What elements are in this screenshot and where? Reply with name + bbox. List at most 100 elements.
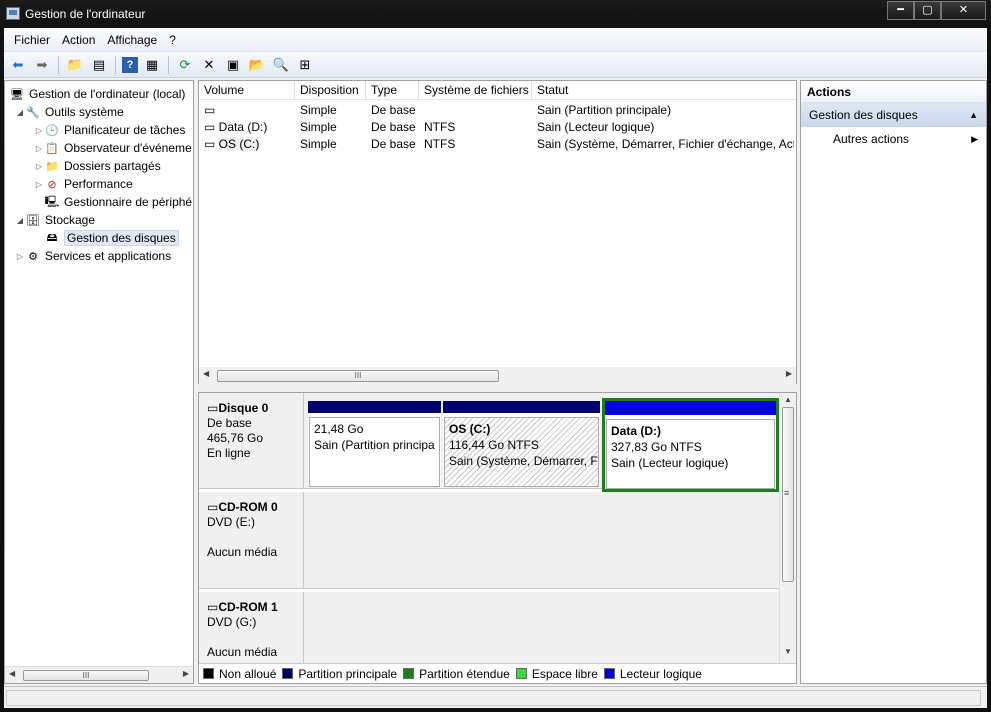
table-row[interactable]: ▭ OS (C:) Simple De base NTFS Sain (Syst…	[199, 136, 796, 153]
scroll-thumb[interactable]: ≡	[782, 407, 794, 582]
column-header-volume[interactable]: Volume	[199, 81, 295, 100]
tree-horizontal-scrollbar[interactable]: ◀ III ▶	[5, 666, 193, 683]
menu-affichage[interactable]: Affichage	[101, 33, 163, 47]
disk-row-cdrom0[interactable]: ▭CD-ROM 0 DVD (E:) Aucun média	[199, 492, 779, 589]
disk-info[interactable]: ▭CD-ROM 1 DVD (G:) Aucun média	[199, 592, 304, 672]
volume-list: Volume Disposition Type Système de fichi…	[198, 80, 797, 384]
client-area: Fichier Action Affichage ? ⬅ ➡ 📁 ▤ ? ▦ ⟳…	[4, 28, 987, 708]
partition-name: OS (C:)	[449, 422, 491, 436]
forward-arrow-icon[interactable]: ➡	[32, 55, 52, 75]
partition-name: Data (D:)	[611, 424, 661, 438]
status-cell: Sain (Partition principale)	[537, 103, 672, 117]
disk-info[interactable]: ▭CD-ROM 0 DVD (E:) Aucun média	[199, 492, 304, 589]
scroll-right-icon[interactable]: ▶	[183, 669, 189, 678]
disk-info[interactable]: ▭Disque 0 De base 465,76 Go En ligne	[199, 393, 304, 489]
actions-item-autres[interactable]: Autres actions ▶	[801, 127, 986, 151]
actions-pane: Actions Gestion des disques ▲ Autres act…	[800, 80, 987, 684]
menu-bar: Fichier Action Affichage ?	[4, 28, 987, 52]
scroll-left-icon[interactable]: ◀	[203, 369, 209, 378]
export-icon[interactable]: ⊞	[295, 55, 315, 75]
center-pane: Volume Disposition Type Système de fichi…	[198, 80, 797, 684]
app-window: Gestion de l'ordinateur ━ ▢ ✕ Fichier Ac…	[0, 0, 991, 712]
tree-item-gestionnaire[interactable]: 🖳 Gestionnaire de périphé	[44, 193, 192, 211]
open-icon[interactable]: 📂	[247, 55, 267, 75]
collapse-arrow-icon[interactable]: ▲	[969, 103, 978, 127]
disk-row-cdrom1[interactable]: ▭CD-ROM 1 DVD (G:) Aucun média	[199, 592, 779, 672]
partition-os-c[interactable]: OS (C:) 116,44 Go NTFS Sain (Système, Dé…	[443, 401, 600, 487]
partition-details: 21,48 Go Sain (Partition principa	[309, 417, 440, 487]
tree-item-outils-systeme[interactable]: ◢ 🔧 Outils système	[15, 103, 124, 121]
tree-item-stockage[interactable]: ◢ 🗄 Stockage	[15, 211, 95, 229]
tree-item-services[interactable]: ▷ ⚙ Services et applications	[15, 247, 171, 265]
tree-label: Gestion de l'ordinateur (local)	[29, 87, 186, 101]
close-button[interactable]: ✕	[941, 1, 986, 20]
scroll-left-icon[interactable]: ◀	[9, 669, 15, 678]
disposition-cell: Simple	[300, 137, 337, 151]
disk-management-icon: 🖴	[46, 231, 58, 244]
collapsed-arrow-icon[interactable]: ▷	[34, 126, 44, 135]
back-arrow-icon[interactable]: ⬅	[8, 55, 28, 75]
column-header-filesystem[interactable]: Système de fichiers	[419, 81, 532, 100]
maximize-button[interactable]: ▢	[914, 1, 941, 20]
menu-action[interactable]: Action	[56, 33, 101, 47]
partition-primary[interactable]: 21,48 Go Sain (Partition principa	[308, 401, 441, 487]
help-icon[interactable]: ?	[122, 56, 138, 73]
partition-status: Sain (Système, Démarrer, Fi	[449, 454, 599, 468]
collapsed-arrow-icon[interactable]: ▷	[34, 144, 44, 153]
tree-label: Gestionnaire de périphé	[64, 195, 193, 209]
legend-swatch	[403, 668, 415, 679]
table-row[interactable]: ▭ Simple De base Sain (Partition princip…	[199, 102, 796, 119]
title-bar[interactable]: Gestion de l'ordinateur ━ ▢ ✕	[0, 0, 991, 28]
tree-label: Stockage	[45, 213, 96, 227]
collapsed-arrow-icon[interactable]: ▷	[34, 180, 44, 189]
actions-group-gestion-disques[interactable]: Gestion des disques ▲	[801, 103, 986, 127]
partition-bar	[308, 401, 441, 413]
search-icon[interactable]: 🔍	[271, 55, 291, 75]
refresh-icon[interactable]: ⟳	[175, 55, 195, 75]
actions-header: Actions	[801, 81, 986, 103]
console-view-icon[interactable]: ▦	[142, 55, 162, 75]
column-header-statut[interactable]: Statut	[532, 81, 796, 100]
menu-fichier[interactable]: Fichier	[8, 33, 56, 47]
storage-icon: 🗄	[26, 214, 40, 227]
scroll-thumb[interactable]: III	[23, 670, 149, 681]
collapsed-arrow-icon[interactable]: ▷	[34, 162, 44, 171]
tree-item-performance[interactable]: ▷ ⊘ Performance	[34, 175, 133, 193]
device-manager-icon: 🖳	[44, 195, 60, 208]
status-cell: Sain (Lecteur logique)	[537, 120, 655, 134]
actions-group-label: Gestion des disques	[809, 108, 918, 122]
scroll-down-icon[interactable]: ▼	[784, 647, 792, 656]
scroll-right-icon[interactable]: ▶	[786, 369, 792, 378]
column-header-type[interactable]: Type	[366, 81, 419, 100]
collapsed-arrow-icon[interactable]: ▷	[15, 252, 25, 261]
disk-row-disk0[interactable]: ▭Disque 0 De base 465,76 Go En ligne 21,…	[199, 393, 779, 492]
table-row[interactable]: ▭ Data (D:) Simple De base NTFS Sain (Le…	[199, 119, 796, 136]
partition-data-d[interactable]: Data (D:) 327,83 Go NTFS Sain (Lecteur l…	[602, 398, 779, 492]
tree-item-dossiers-partages[interactable]: ▷ 📁 Dossiers partagés	[34, 157, 161, 175]
properties-icon[interactable]: ▣	[223, 55, 243, 75]
column-header-disposition[interactable]: Disposition	[295, 81, 366, 100]
show-hide-tree-icon[interactable]: ▤	[89, 55, 109, 75]
tree-item-observateur[interactable]: ▷ 📋 Observateur d'événeme	[34, 139, 192, 157]
tree-item-gestion-disques[interactable]: 🖴 Gestion des disques	[44, 229, 179, 247]
drive-icon: ▭	[204, 120, 219, 134]
legend-item: Non alloué	[203, 667, 276, 681]
delete-icon[interactable]: ✕	[199, 55, 219, 75]
expanded-arrow-icon[interactable]: ◢	[15, 216, 25, 225]
disk-type: DVD (G:)	[207, 615, 257, 629]
expanded-arrow-icon[interactable]: ◢	[15, 108, 25, 117]
toolbar-separator	[168, 55, 169, 74]
menu-help[interactable]: ?	[163, 33, 182, 47]
tree-item-planificateur[interactable]: ▷ 🕒 Planificateur de tâches	[34, 121, 185, 139]
tree-item-root[interactable]: 🖥 Gestion de l'ordinateur (local)	[9, 85, 185, 103]
scroll-up-icon[interactable]: ▲	[784, 395, 792, 404]
disk-vertical-scrollbar[interactable]: ▲ ≡ ▼	[779, 393, 796, 663]
folder-up-icon[interactable]: 📁	[65, 55, 85, 75]
filesystem-cell: NTFS	[424, 137, 456, 151]
disk-partitions	[304, 592, 779, 672]
scroll-thumb[interactable]: III	[217, 370, 499, 382]
toolbar-separator	[58, 55, 59, 74]
volume-horizontal-scrollbar[interactable]: ◀ III ▶	[199, 367, 796, 384]
clock-icon: 🕒	[45, 124, 59, 137]
minimize-button[interactable]: ━	[887, 1, 914, 20]
